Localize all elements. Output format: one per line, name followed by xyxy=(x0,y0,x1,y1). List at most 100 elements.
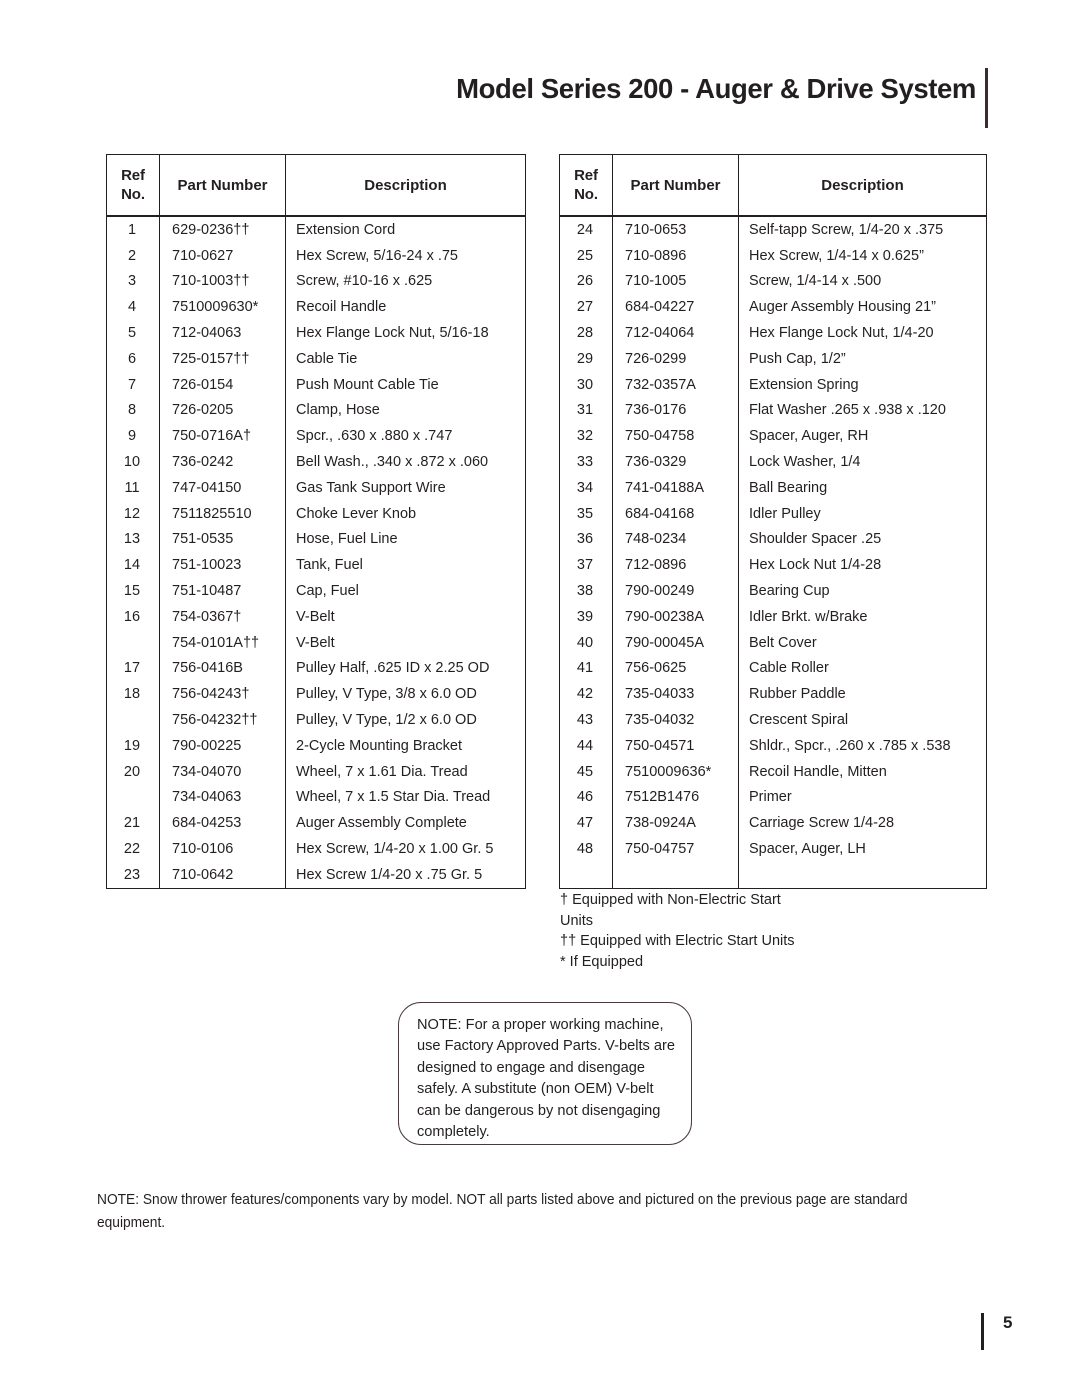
cell-part: 7510009636* xyxy=(612,758,739,785)
cell-part: 790-00225 xyxy=(159,732,286,759)
table-row: 15 751-10487 Cap, Fuel xyxy=(106,578,526,604)
table-row: 13 751-0535 Hose, Fuel Line xyxy=(106,526,526,553)
table-row xyxy=(559,861,987,889)
cell-part: 790-00238A xyxy=(612,603,739,630)
cell-desc: Clamp, Hose xyxy=(285,397,526,424)
cell-desc: Lock Washer, 1/4 xyxy=(738,449,987,475)
cell-ref: 47 xyxy=(559,810,613,837)
cell-part: 756-0625 xyxy=(612,655,739,682)
table-row: 7 726-0154 Push Mount Cable Tie xyxy=(106,371,526,398)
cell-desc: Hex Screw, 5/16-24 x .75 xyxy=(285,242,526,269)
column-header-ref-line1: Ref xyxy=(574,167,598,184)
table-row: 8 726-0205 Clamp, Hose xyxy=(106,397,526,424)
cell-desc: 2-Cycle Mounting Bracket xyxy=(285,732,526,759)
table-row: 24 710-0653 Self-tapp Screw, 1/4-20 x .375 xyxy=(559,216,987,243)
footnote-line-3: †† Equipped with Electric Start Units xyxy=(560,933,795,949)
cell-desc: Crescent Spiral xyxy=(738,707,987,733)
parts-table-right: Ref No. Part Number Description 24 710-06… xyxy=(559,154,987,889)
footnote-legend: † Equipped with Non-Electric Start Units… xyxy=(560,890,980,972)
table-row: 46 7512B1476 Primer xyxy=(559,784,987,811)
cell-part: 710-0642 xyxy=(159,861,286,889)
cell-part: 710-0106 xyxy=(159,836,286,862)
table-row: 756-04232†† Pulley, V Type, 1/2 x 6.0 OD xyxy=(106,707,526,733)
cell-ref: 20 xyxy=(106,758,160,785)
cell-ref: 44 xyxy=(559,732,613,759)
footnote-line-1: † Equipped with Non-Electric Start xyxy=(560,892,781,908)
cell-desc: Pulley Half, .625 ID x 2.25 OD xyxy=(285,655,526,682)
cell-desc: Bearing Cup xyxy=(738,578,987,604)
table-row: 27 684-04227 Auger Assembly Housing 21” xyxy=(559,294,987,321)
cell-ref: 18 xyxy=(106,681,160,708)
cell-ref: 37 xyxy=(559,552,613,579)
cell-part: 7510009630* xyxy=(159,294,286,321)
table-row: 48 750-04757 Spacer, Auger, LH xyxy=(559,836,987,862)
column-header-ref: Ref No. xyxy=(106,154,160,217)
cell-ref: 4 xyxy=(106,294,160,321)
cell-ref: 39 xyxy=(559,603,613,630)
cell-part: 748-0234 xyxy=(612,526,739,553)
cell-desc: Extension Spring xyxy=(738,371,987,398)
cell-ref: 48 xyxy=(559,836,613,862)
table-row: 2 710-0627 Hex Screw, 5/16-24 x .75 xyxy=(106,242,526,269)
table-row: 4 7510009630* Recoil Handle xyxy=(106,294,526,321)
cell-ref: 30 xyxy=(559,371,613,398)
cell-part: 751-10023 xyxy=(159,552,286,579)
table-header-row-left: Ref No. Part Number Description xyxy=(106,154,526,217)
table-row: 20 734-04070 Wheel, 7 x 1.61 Dia. Tread xyxy=(106,758,526,785)
cell-ref: 15 xyxy=(106,578,160,604)
cell-ref: 46 xyxy=(559,784,613,811)
table-row: 31 736-0176 Flat Washer .265 x .938 x .120 xyxy=(559,397,987,424)
table-row: 34 741-04188A Ball Bearing xyxy=(559,474,987,501)
cell-desc: Flat Washer .265 x .938 x .120 xyxy=(738,397,987,424)
cell-part: 734-04070 xyxy=(159,758,286,785)
cell-desc: Hex Screw 1/4-20 x .75 Gr. 5 xyxy=(285,861,526,889)
table-row: 25 710-0896 Hex Screw, 1/4-14 x 0.625” xyxy=(559,242,987,269)
cell-ref: 5 xyxy=(106,320,160,346)
cell-desc: Hose, Fuel Line xyxy=(285,526,526,553)
cell-part: 712-04064 xyxy=(612,320,739,346)
cell-ref: 9 xyxy=(106,423,160,450)
cell-ref xyxy=(106,784,160,811)
cell-desc: Spacer, Auger, LH xyxy=(738,836,987,862)
cell-part: 751-0535 xyxy=(159,526,286,553)
cell-ref: 22 xyxy=(106,836,160,862)
cell-desc: Idler Pulley xyxy=(738,500,987,527)
cell-desc: Cable Roller xyxy=(738,655,987,682)
table-row: 47 738-0924A Carriage Screw 1/4-28 xyxy=(559,810,987,837)
cell-desc: Carriage Screw 1/4-28 xyxy=(738,810,987,837)
cell-part: 732-0357A xyxy=(612,371,739,398)
cell-ref: 10 xyxy=(106,449,160,475)
cell-part: 725-0157†† xyxy=(159,345,286,372)
table-row: 22 710-0106 Hex Screw, 1/4-20 x 1.00 Gr. 5 xyxy=(106,836,526,862)
column-header-ref-line1: Ref xyxy=(121,167,145,184)
cell-desc: Self-tapp Screw, 1/4-20 x .375 xyxy=(738,216,987,243)
cell-ref: 12 xyxy=(106,500,160,527)
cell-desc: Push Mount Cable Tie xyxy=(285,371,526,398)
table-row: 12 7511825510 Choke Lever Knob xyxy=(106,500,526,527)
cell-ref: 11 xyxy=(106,474,160,501)
cell-ref: 38 xyxy=(559,578,613,604)
bottom-note: NOTE: Snow thrower features/components v… xyxy=(97,1192,908,1231)
cell-desc: Shldr., Spcr., .260 x .785 x .538 xyxy=(738,732,987,759)
cell-part: 684-04253 xyxy=(159,810,286,837)
cell-ref: 14 xyxy=(106,552,160,579)
cell-part: 735-04033 xyxy=(612,681,739,708)
cell-ref: 28 xyxy=(559,320,613,346)
cell-ref: 24 xyxy=(559,216,613,243)
cell-desc: Spacer, Auger, RH xyxy=(738,423,987,450)
table-row: 6 725-0157†† Cable Tie xyxy=(106,345,526,372)
cell-desc: Choke Lever Knob xyxy=(285,500,526,527)
table-row: 39 790-00238A Idler Brkt. w/Brake xyxy=(559,603,987,630)
footnote-line-2: Units xyxy=(560,912,594,929)
cell-desc: Ball Bearing xyxy=(738,474,987,501)
table-row: 21 684-04253 Auger Assembly Complete xyxy=(106,810,526,837)
header-vertical-rule xyxy=(985,68,988,128)
cell-ref: 3 xyxy=(106,268,160,295)
cell-ref: 21 xyxy=(106,810,160,837)
cell-desc: Idler Brkt. w/Brake xyxy=(738,603,987,630)
cell-ref: 31 xyxy=(559,397,613,424)
footer-vertical-rule xyxy=(981,1313,984,1350)
table-row: 35 684-04168 Idler Pulley xyxy=(559,500,987,527)
cell-ref xyxy=(559,861,613,889)
column-header-description: Description xyxy=(285,154,526,217)
